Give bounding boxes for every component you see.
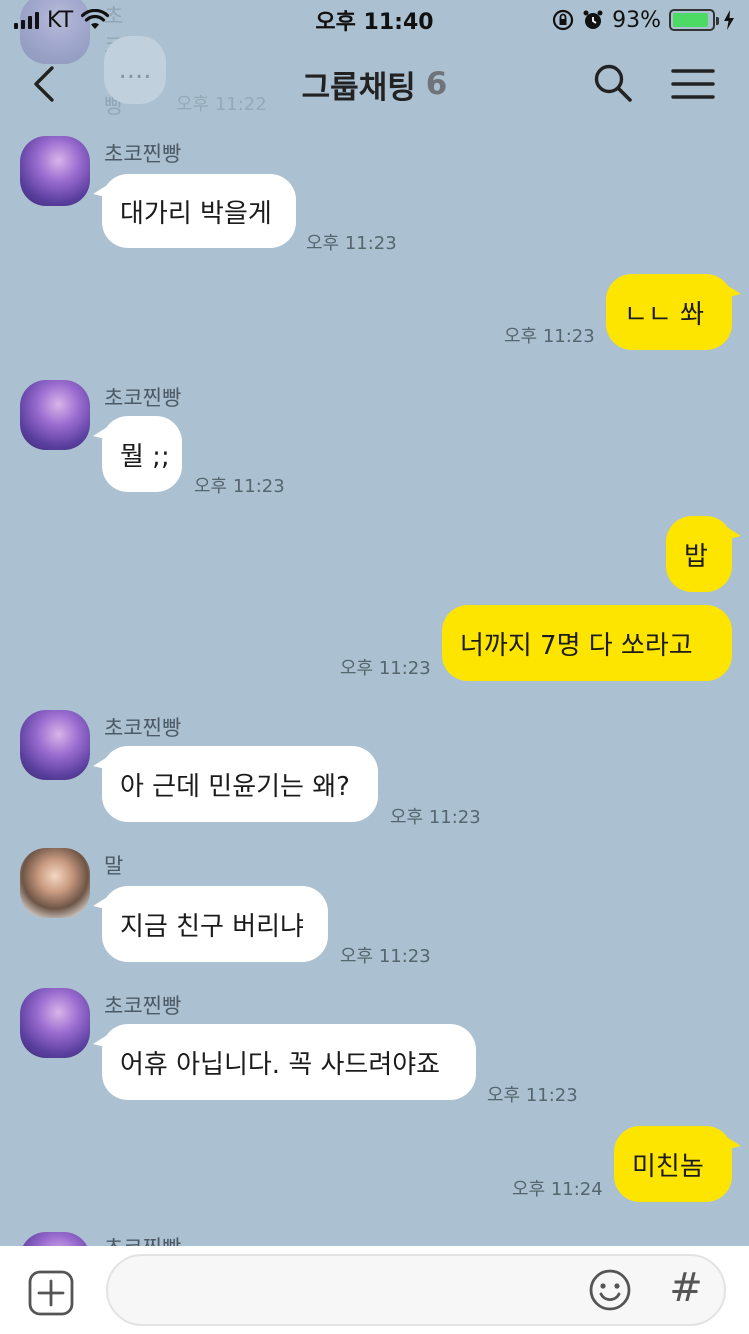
emoji-icon[interactable] bbox=[588, 1268, 632, 1312]
battery-icon bbox=[669, 9, 719, 31]
incoming-message[interactable]: 어휴 아닙니다. 꼭 사드려야죠 bbox=[93, 1024, 476, 1100]
avatar[interactable] bbox=[20, 380, 90, 450]
message-time: 오후 11:23 bbox=[194, 476, 285, 497]
incoming-message[interactable]: 지금 친구 버리냐 bbox=[93, 886, 328, 962]
incoming-message[interactable]: 아 근데 민윤기는 왜? bbox=[93, 746, 378, 822]
member-count: 6 bbox=[425, 66, 448, 102]
menu-icon[interactable] bbox=[670, 64, 716, 104]
avatar[interactable] bbox=[20, 136, 90, 206]
message-time: 오후 11:23 bbox=[340, 658, 431, 679]
carrier-label: KT bbox=[47, 7, 74, 33]
signal-icon bbox=[14, 11, 39, 29]
sender-name: 초코찐빵 bbox=[104, 716, 182, 740]
message-time: 오후 11:23 bbox=[306, 233, 397, 254]
message-time: 오후 11:23 bbox=[340, 946, 431, 967]
outgoing-message[interactable]: 밥 bbox=[666, 516, 741, 592]
sender-name: 초코찐빵 bbox=[104, 142, 182, 166]
status-left: KT bbox=[14, 7, 110, 33]
outgoing-message[interactable]: 너까지 7명 다 쏘라고 bbox=[442, 605, 732, 681]
status-right: 93% bbox=[552, 8, 735, 33]
outgoing-message[interactable]: 미친놈 bbox=[614, 1126, 741, 1202]
search-icon[interactable] bbox=[592, 62, 634, 104]
avatar[interactable] bbox=[20, 848, 90, 918]
message-input-bar: # bbox=[0, 1246, 749, 1334]
incoming-message[interactable]: 뭘 ;; bbox=[93, 416, 182, 492]
attach-plus-button[interactable] bbox=[28, 1270, 74, 1316]
wifi-icon bbox=[81, 9, 110, 29]
chat-header: 그룹채팅 6 bbox=[0, 40, 749, 128]
battery-percent: 93% bbox=[612, 7, 661, 33]
message-time: 오후 11:23 bbox=[390, 807, 481, 828]
avatar[interactable] bbox=[20, 710, 90, 780]
charging-icon bbox=[724, 10, 734, 30]
battery-fill bbox=[673, 13, 709, 27]
rotation-lock-icon bbox=[552, 9, 574, 31]
message-time: 오후 11:23 bbox=[504, 326, 595, 347]
alarm-icon bbox=[583, 10, 603, 29]
message-time: 오후 11:24 bbox=[512, 1179, 603, 1200]
hashtag-button[interactable]: # bbox=[664, 1262, 708, 1314]
sender-name: 초코찐빵 bbox=[104, 994, 182, 1018]
status-bar: KT 오후 11:40 93% bbox=[0, 0, 749, 40]
incoming-message[interactable]: 대가리 박을게 bbox=[93, 174, 296, 248]
avatar[interactable] bbox=[20, 988, 90, 1058]
sender-name: 말 bbox=[104, 854, 124, 878]
message-time: 오후 11:23 bbox=[487, 1085, 578, 1106]
message-input[interactable] bbox=[106, 1254, 726, 1326]
sender-name: 초코찐빵 bbox=[104, 386, 182, 410]
chat-title: 그룹채팅 bbox=[301, 69, 416, 106]
outgoing-message[interactable]: ㄴㄴ 쏴 bbox=[606, 274, 741, 350]
back-button[interactable] bbox=[26, 64, 66, 104]
